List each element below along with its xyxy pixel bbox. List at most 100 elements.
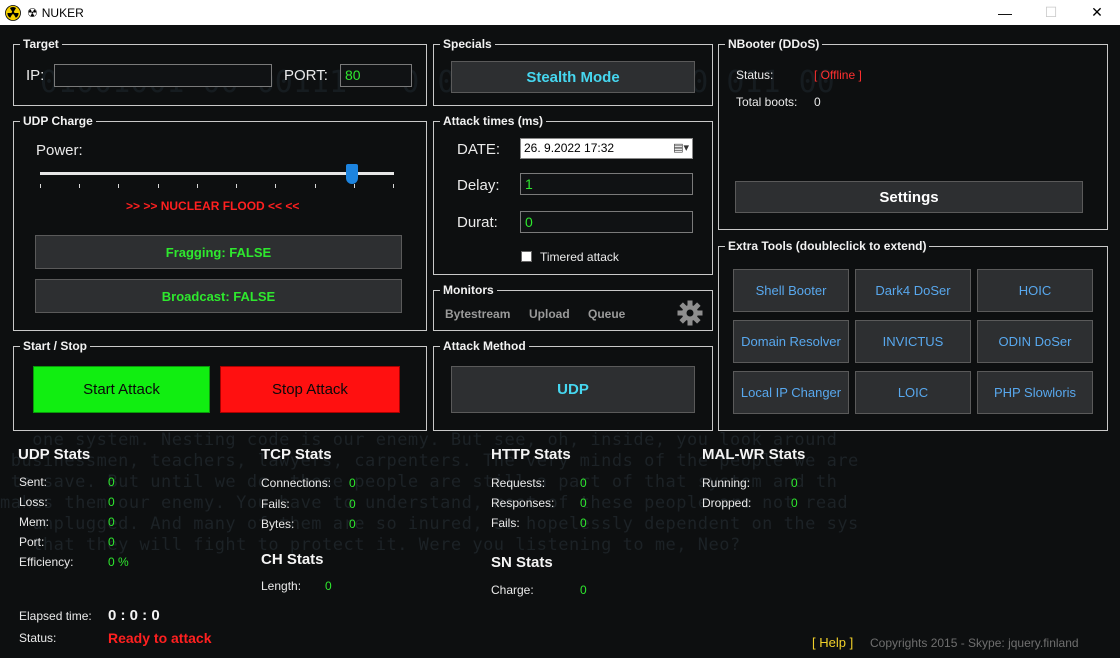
- tcp-stats-value: 0: [349, 496, 356, 511]
- power-slider-tick: [197, 184, 198, 188]
- fragging-button[interactable]: Fragging: FALSE: [35, 235, 402, 269]
- power-slider-tick: [158, 184, 159, 188]
- power-slider-tick: [354, 184, 355, 188]
- stop-attack-button[interactable]: Stop Attack: [220, 366, 400, 413]
- nbooter-status-label: Status:: [736, 68, 774, 82]
- start-stop-group: Start / Stop Start Attack Stop Attack: [13, 339, 427, 431]
- udp-stats-value: 0: [108, 495, 115, 509]
- tool-button-shell-booter[interactable]: Shell Booter: [733, 269, 849, 312]
- port-label: PORT:: [284, 67, 328, 84]
- delay-label: Delay:: [457, 177, 500, 194]
- target-legend: Target: [20, 37, 62, 51]
- tool-button-loic[interactable]: LOIC: [855, 371, 971, 414]
- durat-input[interactable]: 0: [520, 211, 693, 233]
- status-label: Status:: [19, 631, 57, 645]
- sn-stats-label: Charge:: [491, 583, 534, 597]
- monitor-bytestream[interactable]: Bytestream: [445, 307, 510, 321]
- title-bar: ☢ NUKER — ☐ ✕: [0, 0, 1120, 25]
- ip-input[interactable]: [54, 64, 272, 87]
- help-link[interactable]: [ Help ]: [812, 635, 853, 650]
- udp-stats-label: Sent:: [19, 475, 48, 489]
- specials-legend: Specials: [440, 37, 495, 51]
- tool-button-dark4-doser[interactable]: Dark4 DoSer: [855, 269, 971, 312]
- tcp-stats-label: Connections:: [261, 476, 332, 490]
- power-slider[interactable]: [40, 164, 394, 194]
- tool-button-domain-resolver[interactable]: Domain Resolver: [733, 320, 849, 363]
- power-slider-tick: [118, 184, 119, 188]
- http-stats-label: Fails:: [491, 516, 520, 530]
- date-value: 26. 9.2022 17:32: [524, 141, 615, 155]
- broadcast-button[interactable]: Broadcast: FALSE: [35, 279, 402, 313]
- power-slider-tick: [79, 184, 80, 188]
- nbooter-settings-button[interactable]: Settings: [735, 181, 1083, 213]
- durat-label: Durat:: [457, 214, 498, 231]
- stealth-mode-button[interactable]: Stealth Mode: [451, 61, 695, 93]
- http-stats-value: 0: [580, 496, 587, 510]
- udp-charge-group: UDP Charge Power: >> >> NUCLEAR FLOOD <<…: [13, 114, 427, 331]
- attack-method-button[interactable]: UDP: [451, 366, 695, 413]
- malwr-stats-label: Running:: [702, 476, 751, 490]
- power-slider-thumb[interactable]: [346, 164, 358, 184]
- tool-button-invictus[interactable]: INVICTUS: [855, 320, 971, 363]
- ip-label: IP:: [26, 67, 45, 84]
- elapsed-time-label: Elapsed time:: [19, 609, 92, 623]
- http-stats-title: HTTP Stats: [491, 446, 571, 463]
- http-stats-label: Responses:: [491, 496, 555, 510]
- http-stats-label: Requests:: [491, 476, 546, 490]
- tool-button-hoic[interactable]: HOIC: [977, 269, 1093, 312]
- nbooter-legend: NBooter (DDoS): [725, 37, 823, 51]
- timered-attack-label: Timered attack: [540, 250, 619, 264]
- ch-stats-title: CH Stats: [261, 551, 324, 568]
- ch-stats-value: 0: [325, 579, 332, 593]
- tcp-stats-value: 0: [349, 517, 356, 531]
- tool-button-local-ip-changer[interactable]: Local IP Changer: [733, 371, 849, 414]
- udp-stats-label: Efficiency:: [19, 555, 74, 569]
- target-group: Target IP: PORT: 80: [13, 37, 427, 106]
- start-attack-button[interactable]: Start Attack: [33, 366, 210, 413]
- udp-stats-value: 0 %: [108, 555, 129, 569]
- http-stats-value: 0: [580, 516, 587, 530]
- tool-button-odin-doser[interactable]: ODIN DoSer: [977, 320, 1093, 363]
- http-stats-value: 0: [580, 476, 587, 490]
- power-slider-tick: [40, 184, 41, 188]
- specials-group: Specials Stealth Mode: [433, 37, 713, 106]
- total-boots-value: 0: [814, 95, 821, 109]
- timered-attack-checkbox[interactable]: [521, 251, 532, 262]
- maximize-button: ☐: [1044, 4, 1058, 20]
- udp-stats-label: Port:: [19, 535, 45, 549]
- power-slider-tick: [393, 184, 394, 188]
- malwr-stats-title: MAL-WR Stats: [702, 446, 806, 463]
- power-label: Power:: [36, 142, 83, 159]
- nbooter-status-value: [ Offline ]: [814, 68, 862, 82]
- delay-input[interactable]: 1: [520, 173, 693, 195]
- udp-stats-label: Mem:: [19, 515, 49, 529]
- monitors-legend: Monitors: [440, 283, 497, 297]
- power-slider-tick: [275, 184, 276, 188]
- port-input[interactable]: 80: [340, 64, 412, 87]
- minimize-button[interactable]: —: [982, 0, 1028, 25]
- attack-method-group: Attack Method UDP: [433, 339, 713, 431]
- gear-icon[interactable]: [677, 300, 703, 326]
- monitor-upload[interactable]: Upload: [529, 307, 570, 321]
- monitor-queue[interactable]: Queue: [588, 307, 625, 321]
- attack-times-group: Attack times (ms) DATE: 26. 9.2022 17:32…: [433, 114, 713, 275]
- tcp-stats-label: Fails:: [261, 496, 290, 511]
- sn-stats-value: 0: [580, 583, 587, 597]
- tool-button-php-slowloris[interactable]: PHP Slowloris: [977, 371, 1093, 414]
- udp-stats-value: 0: [108, 475, 115, 489]
- date-picker[interactable]: 26. 9.2022 17:32 ▤▾: [520, 138, 693, 159]
- attack-times-legend: Attack times (ms): [440, 114, 547, 128]
- status-value: Ready to attack: [108, 630, 212, 646]
- malwr-stats-value: 0: [791, 496, 798, 510]
- power-slider-track: [40, 172, 394, 175]
- ch-stats-label: Length:: [261, 579, 302, 593]
- malwr-stats-label: Dropped:: [702, 496, 752, 510]
- sn-stats-title: SN Stats: [491, 554, 553, 571]
- copyright-text: Copyrights 2015 - Skype: jquery.finland: [870, 636, 1079, 650]
- radiation-icon: [5, 4, 21, 21]
- power-slider-tick: [236, 184, 237, 188]
- calendar-dropdown-icon[interactable]: ▤▾: [673, 141, 689, 154]
- close-button[interactable]: ✕: [1074, 0, 1120, 25]
- udp-stats-label: Loss:: [19, 495, 48, 509]
- elapsed-time-value: 0 : 0 : 0: [108, 607, 160, 624]
